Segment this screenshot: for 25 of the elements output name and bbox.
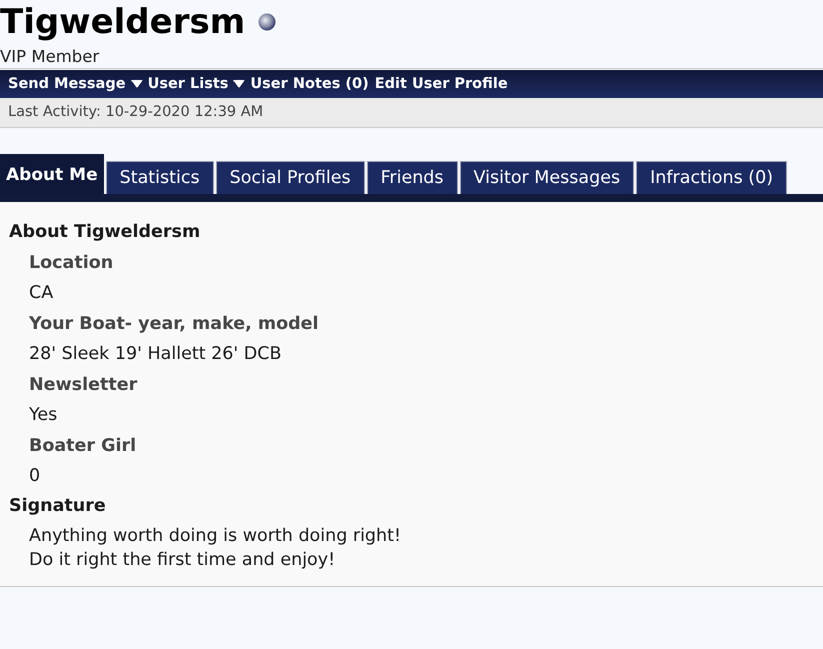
field-label: Boater Girl [29, 436, 138, 456]
last-activity-text: Last Activity: 10-29-2020 12:39 AM [0, 98, 823, 128]
profile-tab[interactable]: Friends [366, 161, 458, 194]
member-rank: VIP Member [0, 47, 100, 67]
username-title: Tigweldersm [0, 1, 246, 44]
field-value: 0 [29, 466, 42, 486]
profile-tab[interactable]: Visitor Messages [460, 161, 634, 194]
field-value: CA [29, 283, 54, 303]
section-heading: Signature [9, 496, 107, 516]
profile-action-link[interactable]: Edit User Profile [374, 70, 508, 98]
profile-tab[interactable]: Statistics [106, 161, 214, 194]
profile-tab[interactable]: About Me [0, 154, 104, 194]
profile-action-link[interactable]: User Notes (0) [250, 70, 369, 98]
field-label: Location [29, 253, 114, 273]
field-label: Newsletter [29, 375, 138, 395]
field-value: Yes [29, 405, 58, 425]
profile-tab[interactable]: Infractions (0) [636, 161, 788, 194]
signature-text: Anything worth doing is worth doing right! [29, 525, 402, 548]
section-heading: About Tigweldersm [9, 222, 202, 242]
profile-tab[interactable]: Social Profiles [216, 161, 365, 194]
field-value: 28' Sleek 19' Hallett 26' DCB [29, 344, 282, 364]
profile-action-link[interactable]: User Lists [148, 70, 228, 98]
field-label: Your Boat- year, make, model [29, 314, 320, 334]
profile-action-link[interactable]: Send Message [8, 70, 126, 98]
signature-text: Do it right the first time and enjoy! [29, 549, 336, 572]
